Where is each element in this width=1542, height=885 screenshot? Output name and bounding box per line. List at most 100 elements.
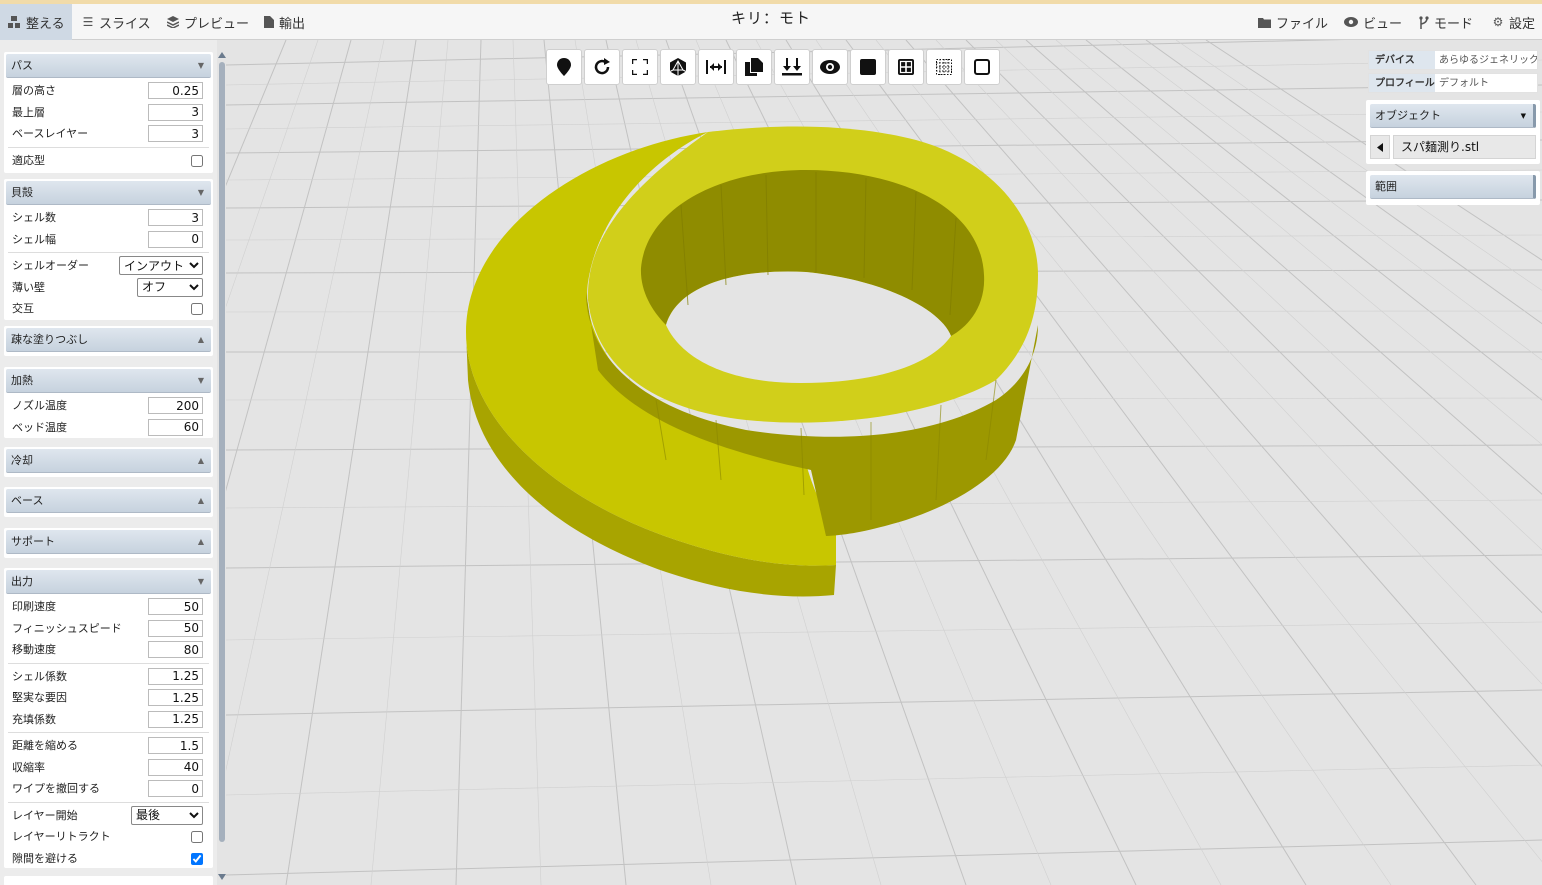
fullscreen-button[interactable] bbox=[622, 49, 658, 85]
cooling-group-header[interactable]: 冷却 ▲ bbox=[6, 449, 211, 473]
bars-icon: ☰ bbox=[82, 15, 94, 29]
shell-count-input[interactable] bbox=[148, 209, 203, 226]
shell-factor-input[interactable] bbox=[148, 667, 203, 685]
object-toggle-button[interactable] bbox=[1370, 135, 1390, 159]
profile-row[interactable]: プロフィール デフォルト bbox=[1368, 73, 1538, 93]
fill-factor-input[interactable] bbox=[148, 710, 203, 728]
alternate-checkbox[interactable] bbox=[191, 303, 203, 315]
support-group: サポート ▲ bbox=[4, 528, 213, 558]
copy-button[interactable] bbox=[736, 49, 772, 85]
output-group-header[interactable]: 出力 ▼ bbox=[6, 570, 211, 594]
support-title: サポート bbox=[11, 535, 55, 548]
base-group-header[interactable]: ベース ▲ bbox=[6, 489, 211, 513]
thin-wall-select[interactable]: オフ bbox=[137, 277, 203, 297]
bed-temp-input[interactable] bbox=[148, 418, 203, 436]
menu-file[interactable]: ファイル bbox=[1258, 4, 1328, 40]
dotted-grid-button[interactable] bbox=[926, 49, 962, 85]
move-speed-label: 移動速度 bbox=[12, 643, 56, 656]
layer-retract-checkbox[interactable] bbox=[191, 831, 203, 843]
3d-viewport[interactable] bbox=[226, 40, 1542, 885]
solid-factor-input[interactable] bbox=[148, 689, 203, 706]
menu-view[interactable]: ビュー bbox=[1344, 4, 1402, 40]
print-speed-input[interactable] bbox=[148, 598, 203, 615]
heat-group-header[interactable]: 加熱 ▼ bbox=[6, 369, 211, 393]
wipe-label: ワイプを撤回する bbox=[12, 782, 100, 795]
menu-settings-label: 設定 bbox=[1509, 16, 1536, 32]
fill-factor-label: 充填係数 bbox=[12, 712, 56, 726]
device-row[interactable]: デバイス あらゆるジェネリックマ bbox=[1368, 50, 1538, 70]
sparse-infill-group-header[interactable]: 疎な塗りつぶし ▲ bbox=[6, 328, 211, 352]
fit-width-button[interactable] bbox=[698, 49, 734, 85]
menu-export[interactable]: 輸出 bbox=[264, 4, 305, 40]
shell-group-header[interactable]: 貝殻 ▼ bbox=[6, 181, 211, 205]
path-group: パス ▼ 層の高さ 最上層 ベースレイヤー 適応型 bbox=[4, 52, 213, 173]
adaptive-checkbox[interactable] bbox=[191, 154, 203, 167]
menu-mode[interactable]: モード bbox=[1419, 4, 1473, 40]
wipe-input[interactable] bbox=[148, 780, 203, 797]
sidebar-scrollbar[interactable] bbox=[218, 48, 226, 885]
shell-order-select[interactable]: インアウト bbox=[119, 256, 203, 275]
shell-width-label: シェル幅 bbox=[12, 232, 56, 246]
path-group-header[interactable]: パス ▼ bbox=[6, 54, 211, 78]
scroll-up-icon bbox=[218, 52, 226, 58]
top-layers-input[interactable] bbox=[148, 103, 203, 121]
layer-start-select[interactable]: 最後 bbox=[131, 805, 203, 825]
solid-view-button[interactable] bbox=[850, 49, 886, 85]
device-value: あらゆるジェネリックマ bbox=[1439, 55, 1537, 66]
nozzle-temp-input[interactable] bbox=[148, 397, 203, 414]
objects-header[interactable]: オブジェクト ▼ bbox=[1370, 104, 1536, 128]
chevron-down-icon: ▼ bbox=[197, 577, 204, 586]
eye-icon bbox=[1344, 17, 1358, 27]
outline-view-button[interactable] bbox=[964, 49, 1000, 85]
rotate-icon bbox=[594, 58, 610, 75]
profile-label: プロフィール bbox=[1369, 74, 1435, 92]
support-group-header[interactable]: サポート ▲ bbox=[6, 530, 211, 554]
print-speed-label: 印刷速度 bbox=[12, 600, 56, 613]
divider bbox=[8, 732, 209, 733]
base-layers-label: ベースレイヤー bbox=[12, 127, 89, 140]
view-toolbar bbox=[546, 49, 1000, 85]
layer-height-row: 層の高さ bbox=[4, 80, 213, 102]
menu-preview[interactable]: プレビュー bbox=[167, 4, 249, 40]
alternate-label: 交互 bbox=[12, 302, 34, 315]
layer-height-input[interactable] bbox=[148, 82, 203, 99]
heat-group-title: 加熱 bbox=[11, 374, 33, 387]
shell-width-input[interactable] bbox=[148, 230, 203, 248]
gear-icon: ⚙ bbox=[1492, 15, 1504, 29]
map-marker-button[interactable] bbox=[546, 49, 582, 85]
shell-factor-label: シェル係数 bbox=[12, 669, 67, 683]
shrink-input[interactable] bbox=[148, 758, 203, 776]
menu-settings[interactable]: ⚙ 設定 bbox=[1492, 4, 1535, 40]
solid-factor-label: 堅実な要因 bbox=[12, 691, 67, 704]
menu-slice[interactable]: ☰ スライス bbox=[82, 4, 151, 40]
cooling-group: 冷却 ▲ bbox=[4, 447, 213, 477]
base-layers-input[interactable] bbox=[148, 125, 203, 142]
object-filename[interactable]: スパ麺測り.stl bbox=[1393, 135, 1536, 159]
grid-view-button[interactable] bbox=[888, 49, 924, 85]
sparse-infill-group: 疎な塗りつぶし ▲ bbox=[4, 326, 213, 356]
avoid-gaps-label: 隙間を避ける bbox=[12, 851, 78, 865]
solid-factor-row: 堅実な要因 bbox=[4, 687, 213, 709]
branch-icon bbox=[1419, 15, 1429, 29]
menu-arrange[interactable]: 整える bbox=[0, 4, 72, 40]
eye-button[interactable] bbox=[812, 49, 848, 85]
range-header[interactable]: 範囲 bbox=[1370, 175, 1536, 199]
move-speed-input[interactable] bbox=[148, 641, 203, 658]
range-panel: 範囲 bbox=[1366, 171, 1540, 205]
drop-to-bed-button[interactable] bbox=[774, 49, 810, 85]
shell-order-label: シェルオーダー bbox=[12, 259, 89, 272]
avoid-gaps-checkbox[interactable] bbox=[191, 852, 203, 865]
shell-factor-row: シェル係数 bbox=[4, 666, 213, 688]
top-menu-bar: 整える ☰ スライス プレビュー 輸出 ファイル ビュー モード ⚙ 設定 bbox=[0, 0, 1542, 40]
shorten-input[interactable] bbox=[148, 737, 203, 754]
object-item[interactable]: スパ麺測り.stl bbox=[1370, 135, 1536, 159]
divider bbox=[8, 801, 209, 803]
polyhedron-button[interactable] bbox=[660, 49, 696, 85]
adaptive-row: 適応型 bbox=[4, 150, 213, 172]
divider bbox=[8, 146, 209, 148]
finish-speed-input[interactable] bbox=[148, 619, 203, 637]
scrollbar-thumb[interactable] bbox=[219, 62, 225, 842]
copy-icon bbox=[745, 58, 763, 76]
sparse-infill-title: 疎な塗りつぶし bbox=[11, 333, 89, 346]
rotate-button[interactable] bbox=[584, 49, 620, 85]
